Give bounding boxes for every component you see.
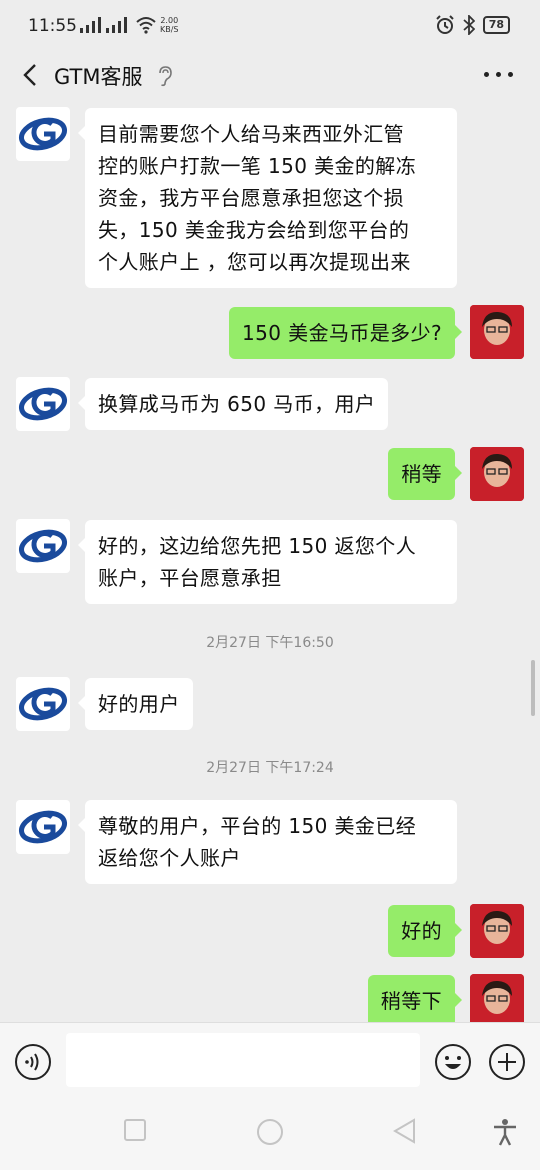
chat-title: GTM客服 [54, 65, 143, 89]
message-bubble[interactable]: 换算成马币为 650 马币，用户 [77, 378, 389, 430]
message-line: 目前需要您个人给马来西亚外汇管 [98, 122, 404, 146]
gtm-avatar[interactable] [16, 519, 70, 573]
gtm-avatar[interactable] [16, 677, 70, 731]
gtm-logo-icon [18, 387, 68, 421]
user-avatar[interactable] [470, 305, 524, 359]
user-photo [470, 447, 524, 501]
gtm-avatar[interactable] [16, 107, 70, 161]
back-arrow-icon[interactable] [18, 62, 44, 88]
message-bubble[interactable]: 150 美金马币是多少? [229, 307, 462, 359]
gtm-logo-icon [18, 117, 68, 151]
message-line: 资金，我方平台愿意承担您这个损 [98, 186, 404, 210]
user-avatar[interactable] [470, 447, 524, 501]
signal-icon [106, 17, 128, 33]
message-bubble[interactable]: 稍等 [388, 448, 462, 500]
more-icon[interactable] [484, 72, 514, 78]
voice-icon[interactable] [14, 1043, 52, 1081]
input-bar [0, 1022, 540, 1096]
wifi-icon [136, 17, 156, 34]
user-photo [470, 974, 524, 1022]
message-line: 稍等 [401, 462, 442, 486]
user-photo [470, 305, 524, 359]
message-line: 失，150 美金我方会给到您平台的 [98, 218, 410, 242]
message-line: 稍等下 [380, 989, 442, 1013]
message-line: 好的，这边给您先把 150 返您个人 [98, 534, 417, 558]
accessibility-icon[interactable] [492, 1118, 518, 1146]
gtm-avatar[interactable] [16, 800, 70, 854]
message-line: 好的用户 [98, 692, 180, 716]
user-photo [470, 904, 524, 958]
user-avatar[interactable] [470, 904, 524, 958]
user-avatar[interactable] [470, 974, 524, 1022]
message-bubble[interactable]: 尊敬的用户，平台的 150 美金已经 返给您个人账户 [78, 800, 457, 884]
ear-icon [159, 66, 172, 87]
chat-area[interactable]: 目前需要您个人给马来西亚外汇管 控的账户打款一笔 150 美金的解冻 资金，我方… [0, 102, 540, 1022]
status-time: 11:55 [28, 16, 77, 36]
gtm-logo-icon [18, 687, 68, 721]
timestamp: 2月27日 下午16:50 [206, 635, 334, 651]
timestamp: 2月27日 下午17:24 [206, 760, 334, 776]
message-line: 个人账户上 ，您可以再次提现出来 [98, 250, 411, 274]
message-line: 控的账户打款一笔 150 美金的解冻 [98, 154, 417, 178]
circle-nav-icon[interactable] [256, 1118, 284, 1146]
alarm-icon [435, 15, 454, 34]
network-speed: 2.00 KB/S [160, 16, 179, 34]
chat-header: GTM客服 [0, 50, 540, 102]
battery-icon: 78 [482, 16, 510, 34]
message-bubble[interactable]: 目前需要您个人给马来西亚外汇管 控的账户打款一笔 150 美金的解冻 资金，我方… [78, 108, 457, 288]
gtm-logo-icon [18, 529, 68, 563]
status-bar: 11:55 2.00 KB/S 78 [0, 0, 540, 50]
gtm-avatar[interactable] [16, 377, 70, 431]
message-line: 账户，平台愿意承担 [98, 566, 282, 590]
message-line: 换算成马币为 650 马币，用户 [98, 392, 376, 416]
message-bubble[interactable]: 好的，这边给您先把 150 返您个人 账户，平台愿意承担 [78, 520, 457, 604]
message-line: 150 美金马币是多少? [242, 321, 442, 345]
system-nav-bar [0, 1096, 540, 1170]
square-nav-icon[interactable] [123, 1118, 147, 1142]
plus-icon[interactable] [488, 1043, 526, 1081]
triangle-back-icon[interactable] [392, 1118, 418, 1144]
gtm-logo-icon [18, 810, 68, 844]
battery-level: 78 [488, 18, 504, 31]
message-line: 尊敬的用户，平台的 150 美金已经 [98, 814, 417, 838]
message-line: 返给您个人账户 [98, 846, 241, 870]
emoji-icon[interactable] [434, 1043, 472, 1081]
message-bubble[interactable]: 稍等下 [367, 975, 463, 1022]
bluetooth-icon [463, 15, 475, 35]
signal-icon [80, 17, 102, 33]
message-bubble[interactable]: 好的用户 [78, 678, 193, 730]
message-bubble[interactable]: 好的 [388, 905, 462, 957]
message-line: 好的 [401, 919, 442, 943]
message-input[interactable] [66, 1033, 420, 1087]
scrollbar[interactable] [531, 660, 535, 716]
